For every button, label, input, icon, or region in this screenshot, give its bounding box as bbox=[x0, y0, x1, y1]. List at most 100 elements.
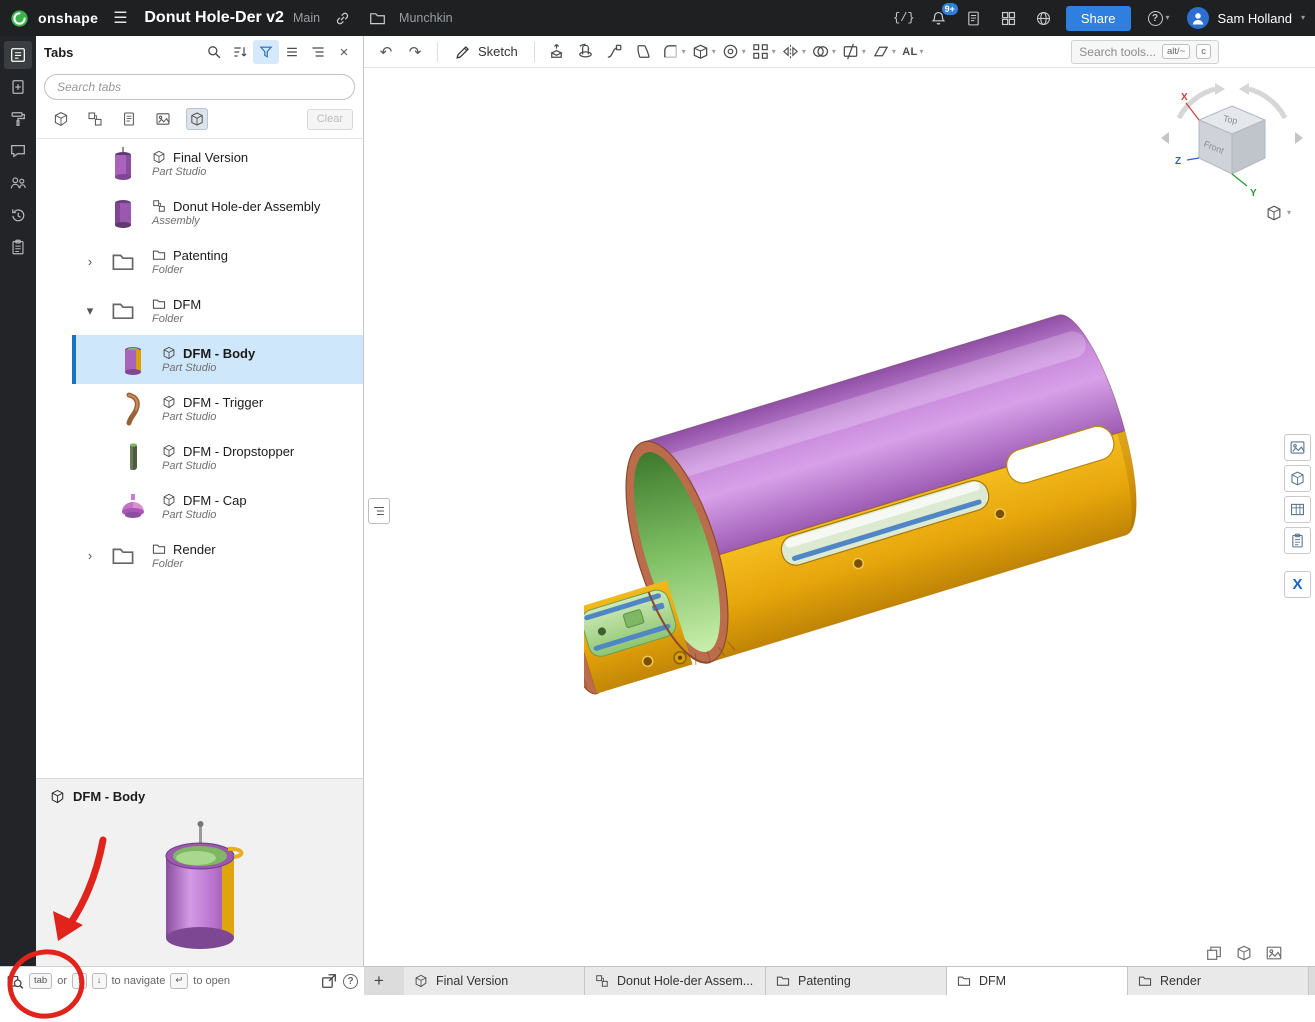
doc-tab-dfm[interactable]: DFM bbox=[947, 967, 1128, 995]
doc-tab-final-version[interactable]: Final Version bbox=[404, 967, 585, 995]
hole-button[interactable]: ▾ bbox=[719, 39, 748, 65]
doc-tab-donut-holeder-assembly[interactable]: Donut Hole-der Assem... bbox=[585, 967, 766, 995]
featurescript-icon[interactable]: {/} bbox=[891, 5, 917, 31]
3d-viewport[interactable]: Top Front X Z Y ▾ X bbox=[364, 68, 1315, 966]
tab-name: Render bbox=[173, 542, 216, 557]
hint-help-icon[interactable]: ? bbox=[343, 974, 358, 989]
axis-z-label: Z bbox=[1175, 156, 1181, 167]
extrude-button[interactable] bbox=[543, 39, 571, 65]
render-options-icon[interactable] bbox=[1265, 944, 1283, 962]
panel-close-icon[interactable]: × bbox=[331, 40, 357, 64]
shell-button[interactable]: ▾ bbox=[689, 39, 718, 65]
community-globe-icon[interactable] bbox=[1031, 5, 1057, 31]
doc-tab-render[interactable]: Render bbox=[1128, 967, 1309, 995]
workspace-name[interactable]: Main bbox=[293, 11, 320, 25]
filter-drawing-icon[interactable] bbox=[118, 108, 140, 130]
custom-tables-panel-icon[interactable] bbox=[1284, 496, 1311, 523]
split-button[interactable]: ▾ bbox=[839, 39, 868, 65]
panel-filter-icon[interactable] bbox=[253, 40, 279, 64]
folder-icon bbox=[1138, 974, 1152, 988]
custom-feature-al-button[interactable]: AL▾ bbox=[899, 39, 927, 65]
tab-name: DFM - Cap bbox=[183, 493, 247, 508]
user-menu-chevron-icon[interactable]: ▾ bbox=[1301, 14, 1305, 22]
bom-panel-icon[interactable] bbox=[1284, 527, 1311, 554]
tab-row-dfm-cap[interactable]: DFM - Cap Part Studio bbox=[72, 482, 363, 531]
redo-button[interactable]: ↷ bbox=[401, 39, 429, 65]
open-in-window-icon[interactable] bbox=[320, 972, 338, 990]
rail-appearance-icon[interactable] bbox=[4, 105, 32, 133]
folder-icon bbox=[152, 248, 166, 262]
top-app-bar: onshape ☰ Donut Hole-Der v2 Main Munchki… bbox=[0, 0, 1315, 36]
sketch-button[interactable]: Sketch bbox=[446, 39, 526, 65]
filter-other-icon[interactable] bbox=[186, 108, 208, 130]
rotate-right-arrow-icon bbox=[1295, 132, 1303, 144]
user-name[interactable]: Sam Holland bbox=[1218, 11, 1292, 26]
panel-grouped-view-icon[interactable] bbox=[305, 40, 331, 64]
rail-tab-manager-icon[interactable] bbox=[4, 41, 32, 69]
filter-assembly-icon[interactable] bbox=[84, 108, 106, 130]
tabs-panel-header: Tabs × bbox=[36, 36, 363, 68]
tab-row-dfm-trigger[interactable]: DFM - Trigger Part Studio bbox=[72, 384, 363, 433]
section-view-icon[interactable] bbox=[1235, 944, 1253, 962]
tab-row-dfm-dropstopper[interactable]: DFM - Dropstopper Part Studio bbox=[72, 433, 363, 482]
share-button[interactable]: Share bbox=[1066, 6, 1131, 31]
rail-history-icon[interactable] bbox=[4, 201, 32, 229]
undo-button[interactable]: ↶ bbox=[372, 39, 400, 65]
link-icon[interactable] bbox=[329, 5, 355, 31]
appearance-panel-icon[interactable] bbox=[1284, 434, 1311, 461]
rail-properties-icon[interactable] bbox=[4, 233, 32, 261]
tab-row-render-folder[interactable]: › Render Folder bbox=[36, 531, 363, 580]
mirror-button[interactable]: ▾ bbox=[779, 39, 808, 65]
tab-row-donut-holeder-assembly[interactable]: Donut Hole-der Assembly Assembly bbox=[36, 188, 363, 237]
tab-row-dfm-body[interactable]: DFM - Body Part Studio bbox=[72, 335, 363, 384]
shortcut-key-c: c bbox=[1196, 44, 1211, 59]
filter-image-icon[interactable] bbox=[152, 108, 174, 130]
user-avatar[interactable] bbox=[1187, 7, 1209, 29]
tab-row-dfm-folder[interactable]: ▾ DFM Folder bbox=[36, 286, 363, 335]
search-tabs-input[interactable] bbox=[44, 74, 355, 100]
tab-row-patenting-folder[interactable]: › Patenting Folder bbox=[36, 237, 363, 286]
spreadsheet-app-icon[interactable]: X bbox=[1284, 571, 1311, 598]
tab-row-final-version[interactable]: Final Version Part Studio bbox=[36, 139, 363, 188]
help-menu-button[interactable]: ? ▾ bbox=[1140, 5, 1178, 31]
clear-filters-button[interactable]: Clear bbox=[307, 109, 353, 130]
breadcrumb-folder[interactable]: Munchkin bbox=[399, 11, 453, 25]
revolve-button[interactable] bbox=[572, 39, 600, 65]
named-views-icon[interactable] bbox=[1205, 944, 1223, 962]
pattern-button[interactable]: ▾ bbox=[749, 39, 778, 65]
tabs-filter-row: Clear bbox=[36, 105, 363, 139]
filter-part-studio-icon[interactable] bbox=[50, 108, 72, 130]
app-store-grid-icon[interactable] bbox=[996, 5, 1022, 31]
onshape-logo-icon[interactable] bbox=[10, 9, 29, 28]
help-icon: ? bbox=[1148, 11, 1163, 26]
loft-button[interactable] bbox=[630, 39, 658, 65]
tab-search-preview-icon[interactable] bbox=[6, 972, 24, 990]
axis-y-label: Y bbox=[1250, 188, 1257, 199]
chevron-down-icon[interactable]: ▾ bbox=[74, 303, 106, 319]
new-tab-button[interactable]: + bbox=[364, 967, 394, 995]
chevron-right-icon[interactable]: › bbox=[74, 254, 106, 269]
configurations-panel-icon[interactable] bbox=[1284, 465, 1311, 492]
sweep-button[interactable] bbox=[601, 39, 629, 65]
rail-comments-icon[interactable] bbox=[4, 137, 32, 165]
rail-create-tab-icon[interactable] bbox=[4, 73, 32, 101]
panel-sort-icon[interactable] bbox=[227, 40, 253, 64]
fillet-button[interactable]: ▾ bbox=[659, 39, 688, 65]
folder-thumbnail-icon bbox=[106, 536, 140, 576]
3d-model-donut-holder-body[interactable] bbox=[584, 258, 1144, 698]
plane-button[interactable]: ▾ bbox=[869, 39, 898, 65]
tab-name: Donut Hole-der Assembly bbox=[173, 199, 320, 214]
main-menu-button[interactable]: ☰ bbox=[107, 5, 133, 31]
display-mode-button[interactable]: ▾ bbox=[1265, 204, 1291, 222]
doc-tab-patenting[interactable]: Patenting bbox=[766, 967, 947, 995]
chevron-right-icon[interactable]: › bbox=[74, 548, 106, 563]
release-notes-icon[interactable] bbox=[961, 5, 987, 31]
view-cube[interactable]: Top Front X Z Y bbox=[1157, 76, 1307, 201]
feature-list-toggle[interactable] bbox=[368, 498, 390, 524]
notifications-bell-icon[interactable]: 9+ bbox=[926, 5, 952, 31]
panel-search-icon[interactable] bbox=[201, 40, 227, 64]
search-tools-field[interactable]: Search tools... alt/~ c bbox=[1071, 40, 1219, 64]
panel-list-view-icon[interactable] bbox=[279, 40, 305, 64]
boolean-button[interactable]: ▾ bbox=[809, 39, 838, 65]
rail-collaborate-icon[interactable] bbox=[4, 169, 32, 197]
